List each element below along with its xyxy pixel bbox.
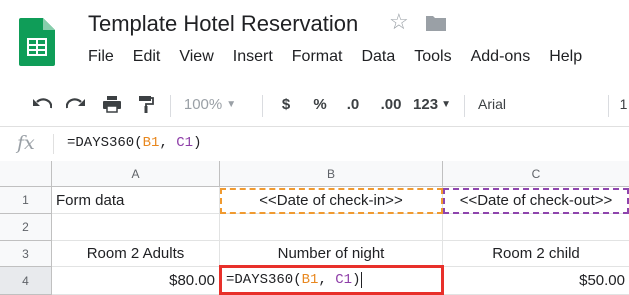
font-name: Arial — [478, 96, 507, 112]
formula-sep: , — [159, 135, 177, 151]
toolbar: 100% ▼ $ % .0 .00 123 ▼ Arial 1 — [0, 86, 629, 122]
select-all-corner[interactable] — [0, 161, 52, 187]
fx-icon: fx — [17, 132, 35, 154]
cell-a3[interactable]: Room 2 Adults — [52, 241, 220, 267]
zoom-value: 100% — [183, 95, 223, 113]
cell-a4[interactable]: $80.00 — [52, 267, 220, 295]
document-title[interactable]: Template Hotel Reservation — [88, 11, 358, 37]
cell-editor-b4[interactable]: =DAYS360(B1, C1) — [219, 265, 444, 295]
more-formats-button[interactable]: 123 ▼ — [411, 86, 453, 122]
column-header-c[interactable]: C — [443, 161, 629, 187]
percent-format-button[interactable]: % — [310, 86, 330, 122]
formula-ref-c1: C1 — [176, 135, 194, 151]
decrease-decimals-label: .0 — [346, 95, 360, 113]
redo-icon[interactable] — [62, 86, 90, 122]
edit-ref-c1: C1 — [335, 272, 353, 288]
star-icon[interactable]: ☆ — [389, 9, 409, 35]
formula-bar: fx =DAYS360(B1, C1) — [0, 126, 629, 162]
cell-c2[interactable] — [443, 214, 629, 241]
menu-help[interactable]: Help — [549, 48, 582, 66]
cell-b1[interactable]: <<Date of check-in>> — [220, 187, 443, 214]
increase-decimals-label: .00 — [380, 95, 402, 113]
chevron-down-icon: ▼ — [441, 98, 451, 110]
undo-icon[interactable] — [28, 86, 56, 122]
formula-prefix: =DAYS360( — [67, 135, 143, 151]
spreadsheet-grid: A B C 1 2 3 4 Form data <<Date of check-… — [0, 161, 629, 295]
row-header-3[interactable]: 3 — [0, 241, 52, 267]
edit-suffix: ) — [352, 272, 361, 288]
menu-view[interactable]: View — [179, 48, 213, 66]
paint-format-icon[interactable] — [132, 86, 160, 122]
more-formats-label: 123 — [413, 95, 439, 113]
menu-data[interactable]: Data — [361, 48, 395, 66]
edit-sep: , — [318, 272, 336, 288]
formula-bar-divider — [53, 134, 54, 154]
cell-b3[interactable]: Number of night — [220, 241, 443, 267]
cell-a2[interactable] — [52, 214, 220, 241]
menu-insert[interactable]: Insert — [233, 48, 273, 66]
font-select[interactable]: Arial — [478, 86, 538, 122]
font-size-select[interactable]: 1 — [618, 86, 629, 122]
menu-tools[interactable]: Tools — [414, 48, 451, 66]
row-header-2[interactable]: 2 — [0, 214, 52, 241]
increase-decimals-button[interactable]: .00 — [376, 86, 406, 122]
chevron-down-icon: ▼ — [226, 98, 237, 110]
sheets-logo-icon[interactable] — [17, 16, 57, 68]
menu-addons[interactable]: Add-ons — [471, 48, 531, 66]
font-size-value: 1 — [619, 96, 628, 112]
row-header-1[interactable]: 1 — [0, 187, 52, 214]
formula-input[interactable]: =DAYS360(B1, C1) — [67, 135, 201, 151]
row-header-4[interactable]: 4 — [0, 267, 52, 295]
decrease-decimals-button[interactable]: .0 — [340, 86, 366, 122]
edit-ref-b1: B1 — [301, 272, 319, 288]
formula-suffix: ) — [193, 135, 202, 151]
cell-a1[interactable]: Form data — [52, 187, 220, 214]
menu-file[interactable]: File — [88, 48, 114, 66]
edit-prefix: =DAYS360( — [226, 272, 302, 288]
cell-c1[interactable]: <<Date of check-out>> — [443, 187, 629, 214]
menu-bar: File Edit View Insert Format Data Tools … — [88, 48, 601, 66]
cell-c4[interactable]: $50.00 — [443, 267, 629, 295]
column-header-b[interactable]: B — [220, 161, 443, 187]
menu-edit[interactable]: Edit — [133, 48, 161, 66]
print-icon[interactable] — [98, 86, 126, 122]
text-caret — [361, 272, 363, 288]
menu-format[interactable]: Format — [292, 48, 343, 66]
column-header-a[interactable]: A — [52, 161, 220, 187]
zoom-select[interactable]: 100% ▼ — [180, 86, 240, 122]
folder-icon[interactable] — [425, 14, 447, 37]
cell-b2[interactable] — [220, 214, 443, 241]
currency-format-button[interactable]: $ — [276, 86, 296, 122]
cell-c3[interactable]: Room 2 child — [443, 241, 629, 267]
formula-ref-b1: B1 — [142, 135, 160, 151]
